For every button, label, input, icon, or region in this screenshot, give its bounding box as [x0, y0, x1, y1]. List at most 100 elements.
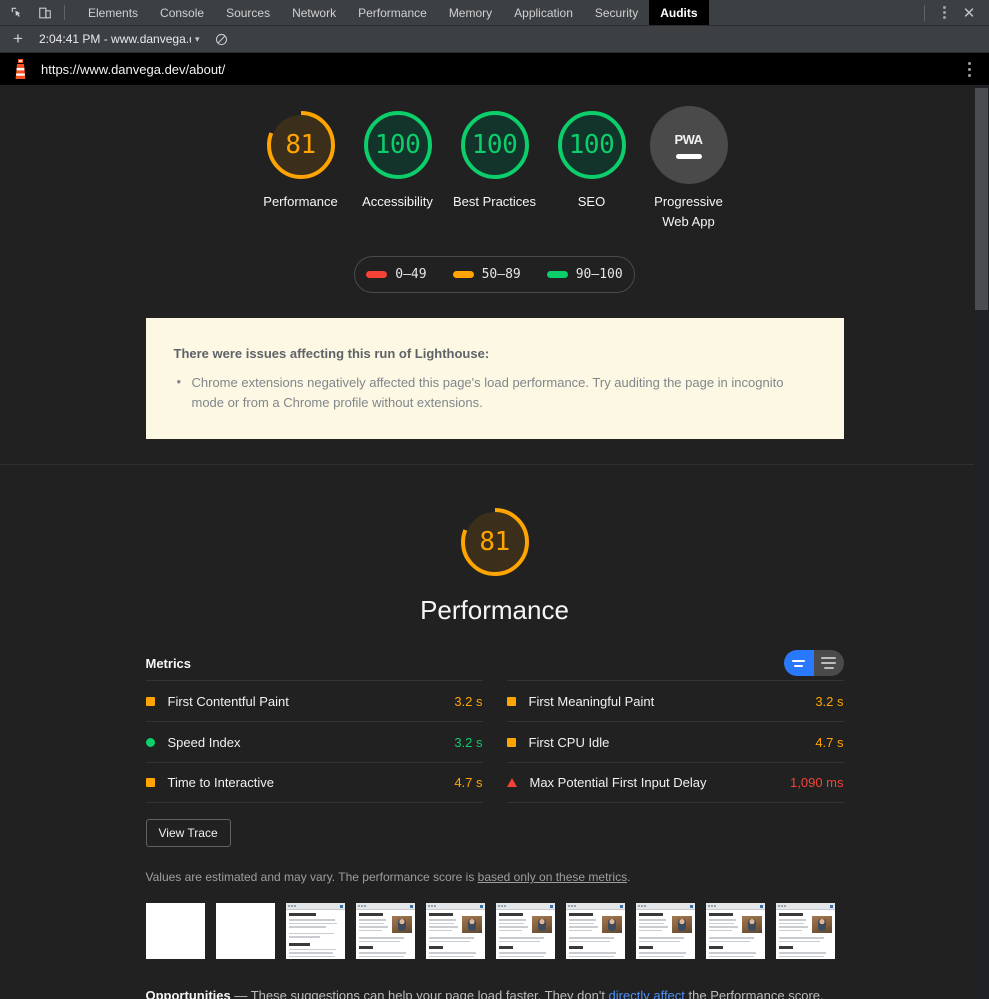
metrics-scoring-link[interactable]: based only on these metrics [478, 870, 627, 884]
legend-swatch-pass [547, 271, 568, 278]
tab-audits[interactable]: Audits [649, 0, 708, 25]
screenshot-filmstrip [146, 903, 844, 959]
metric-first-contentful-paint[interactable]: First Contentful Paint 3.2 s [146, 680, 483, 721]
legend-item-fail: 0–49 [366, 267, 426, 282]
gauge-best-practices-ring: 100 [456, 106, 534, 184]
filmstrip-frame[interactable] [426, 903, 485, 959]
close-icon[interactable]: ✕ [957, 2, 981, 24]
gauge-seo-ring: 100 [553, 106, 631, 184]
device-toolbar-icon[interactable] [36, 4, 54, 22]
report-options-icon[interactable] [959, 62, 979, 77]
run-warnings-title: There were issues affecting this run of … [174, 346, 816, 361]
filmstrip-photo [602, 916, 622, 933]
page-title: Performance [420, 595, 569, 626]
tab-bar-actions: ✕ [918, 0, 989, 25]
report-scrollbar[interactable] [974, 86, 989, 999]
tab-performance[interactable]: Performance [347, 0, 438, 25]
simple-view-icon[interactable] [784, 650, 814, 676]
gauge-pwa-label: Progressive Web App [640, 192, 737, 232]
pwa-badge: PWA [650, 106, 728, 184]
tab-console[interactable]: Console [149, 0, 215, 25]
estimated-values-note: Values are estimated and may vary. The p… [146, 870, 844, 884]
pwa-dash-icon [676, 154, 702, 159]
metric-status-circle-icon [146, 738, 155, 747]
audits-toolbar: + 2:04:41 PM - www.danvega.de ▾ [0, 26, 989, 53]
filmstrip-frame[interactable] [706, 903, 765, 959]
gauge-seo[interactable]: 100 SEO [543, 106, 640, 232]
audited-url[interactable]: https://www.danvega.dev/about/ [41, 62, 225, 77]
metric-speed-index[interactable]: Speed Index 3.2 s [146, 721, 483, 762]
score-legend: 0–49 50–89 90–100 [354, 256, 635, 293]
filmstrip-frame[interactable] [636, 903, 695, 959]
filmstrip-frame[interactable] [356, 903, 415, 959]
run-warning-item: Chrome extensions negatively affected th… [174, 373, 816, 413]
legend-swatch-fail [366, 271, 387, 278]
filmstrip-photo [462, 916, 482, 933]
opportunities-dash: — [234, 988, 247, 999]
lighthouse-logo [12, 59, 29, 79]
metric-label: Max Potential First Input Delay [530, 775, 707, 790]
metrics-view-toggle [784, 650, 844, 676]
gauge-accessibility[interactable]: 100 Accessibility [349, 106, 446, 232]
filmstrip-frame[interactable] [496, 903, 555, 959]
note-prefix: Values are estimated and may vary. The p… [146, 870, 478, 884]
legend-swatch-average [453, 271, 474, 278]
devtools-toolbar-icons [0, 0, 60, 25]
metric-value: 1,090 ms [790, 775, 843, 790]
tab-memory[interactable]: Memory [438, 0, 503, 25]
note-suffix: . [627, 870, 630, 884]
metric-value: 4.7 s [815, 735, 843, 750]
performance-content: Metrics First Contentful Paint 3. [146, 626, 844, 999]
filmstrip-photo [812, 916, 832, 933]
metrics-column-left: First Contentful Paint 3.2 s Speed Index… [146, 680, 483, 803]
filmstrip-frame[interactable] [146, 903, 205, 959]
toolbar-divider [64, 5, 65, 20]
metrics-grid: First Contentful Paint 3.2 s Speed Index… [146, 680, 844, 803]
metric-max-potential-first-input-delay[interactable]: Max Potential First Input Delay 1,090 ms [507, 762, 844, 803]
filmstrip-frame[interactable] [776, 903, 835, 959]
tab-application[interactable]: Application [503, 0, 584, 25]
tab-elements[interactable]: Elements [77, 0, 149, 25]
tab-security[interactable]: Security [584, 0, 649, 25]
opportunities-desc-before: These suggestions can help your page loa… [251, 988, 609, 999]
opportunities-desc-after: the Performance score. [685, 988, 824, 999]
category-gauge-ring: 81 [456, 503, 534, 581]
lighthouse-report-topbar: https://www.danvega.dev/about/ [0, 53, 989, 85]
gauge-accessibility-ring: 100 [359, 106, 437, 184]
legend-item-pass: 90–100 [547, 267, 623, 282]
tab-network[interactable]: Network [281, 0, 347, 25]
pwa-label: PWA [674, 132, 702, 147]
expanded-view-icon[interactable] [814, 650, 844, 676]
directly-affect-link[interactable]: directly affect [609, 988, 685, 999]
metric-first-meaningful-paint[interactable]: First Meaningful Paint 3.2 s [507, 680, 844, 721]
chevron-down-icon: ▾ [195, 34, 200, 45]
new-audit-button[interactable]: + [6, 28, 30, 50]
gauge-accessibility-label: Accessibility [362, 192, 433, 212]
clear-all-icon[interactable] [210, 28, 234, 50]
gauge-pwa[interactable]: PWA Progressive Web App [640, 106, 737, 232]
filmstrip-photo [532, 916, 552, 933]
tab-sources[interactable]: Sources [215, 0, 281, 25]
devtools-tab-bar: Elements Console Sources Network Perform… [0, 0, 989, 26]
metric-label: First Contentful Paint [168, 694, 289, 709]
metric-value: 3.2 s [815, 694, 843, 709]
scrollbar-thumb[interactable] [975, 88, 988, 310]
filmstrip-frame[interactable] [286, 903, 345, 959]
metric-label: First Meaningful Paint [529, 694, 655, 709]
gauge-performance-value: 81 [262, 106, 340, 184]
view-trace-button[interactable]: View Trace [146, 819, 231, 847]
inspect-element-icon[interactable] [8, 4, 26, 22]
filmstrip-frame[interactable] [216, 903, 275, 959]
filmstrip-frame[interactable] [566, 903, 625, 959]
opportunities-title: Opportunities [146, 988, 231, 999]
gauge-performance[interactable]: 81 Performance [252, 106, 349, 232]
gauge-best-practices[interactable]: 100 Best Practices [446, 106, 543, 232]
opportunities-description: Opportunities — These suggestions can he… [146, 988, 844, 999]
metric-first-cpu-idle[interactable]: First CPU Idle 4.7 s [507, 721, 844, 762]
more-options-icon[interactable] [933, 2, 955, 24]
legend-label-average: 50–89 [482, 267, 521, 282]
category-gauge-value: 81 [456, 503, 534, 581]
audit-run-selector[interactable]: 2:04:41 PM - www.danvega.de ▾ [39, 32, 200, 46]
metric-time-to-interactive[interactable]: Time to Interactive 4.7 s [146, 762, 483, 803]
gauge-accessibility-value: 100 [359, 106, 437, 184]
